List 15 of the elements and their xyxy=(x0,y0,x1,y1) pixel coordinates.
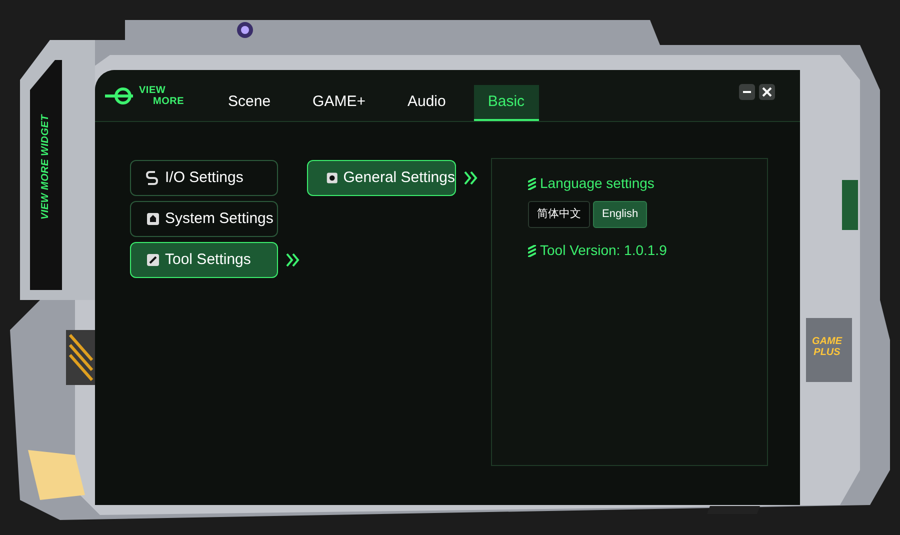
side-label: VIEW MORE WIDGET xyxy=(39,113,52,222)
logo-text: VIEW MORE xyxy=(139,85,184,107)
menu-item[interactable]: I/O Settings xyxy=(130,160,278,196)
game-plus-label: GAME PLUS xyxy=(812,336,842,358)
menu-item[interactable]: General Settings xyxy=(307,160,456,196)
language-heading: Language settings xyxy=(540,174,654,193)
menu-item[interactable]: System Settings xyxy=(130,201,278,237)
tab[interactable]: GAME+ xyxy=(298,85,380,121)
language-button[interactable]: 简体中文 xyxy=(528,201,590,228)
menu-item[interactable]: Tool Settings xyxy=(130,242,278,278)
tab[interactable]: Basic xyxy=(474,85,539,121)
language-button[interactable]: English xyxy=(593,201,648,228)
tool-version: Tool Version: 1.0.1.9 xyxy=(540,241,667,260)
tab[interactable]: Scene xyxy=(214,85,285,121)
tab[interactable]: Audio xyxy=(393,85,460,121)
